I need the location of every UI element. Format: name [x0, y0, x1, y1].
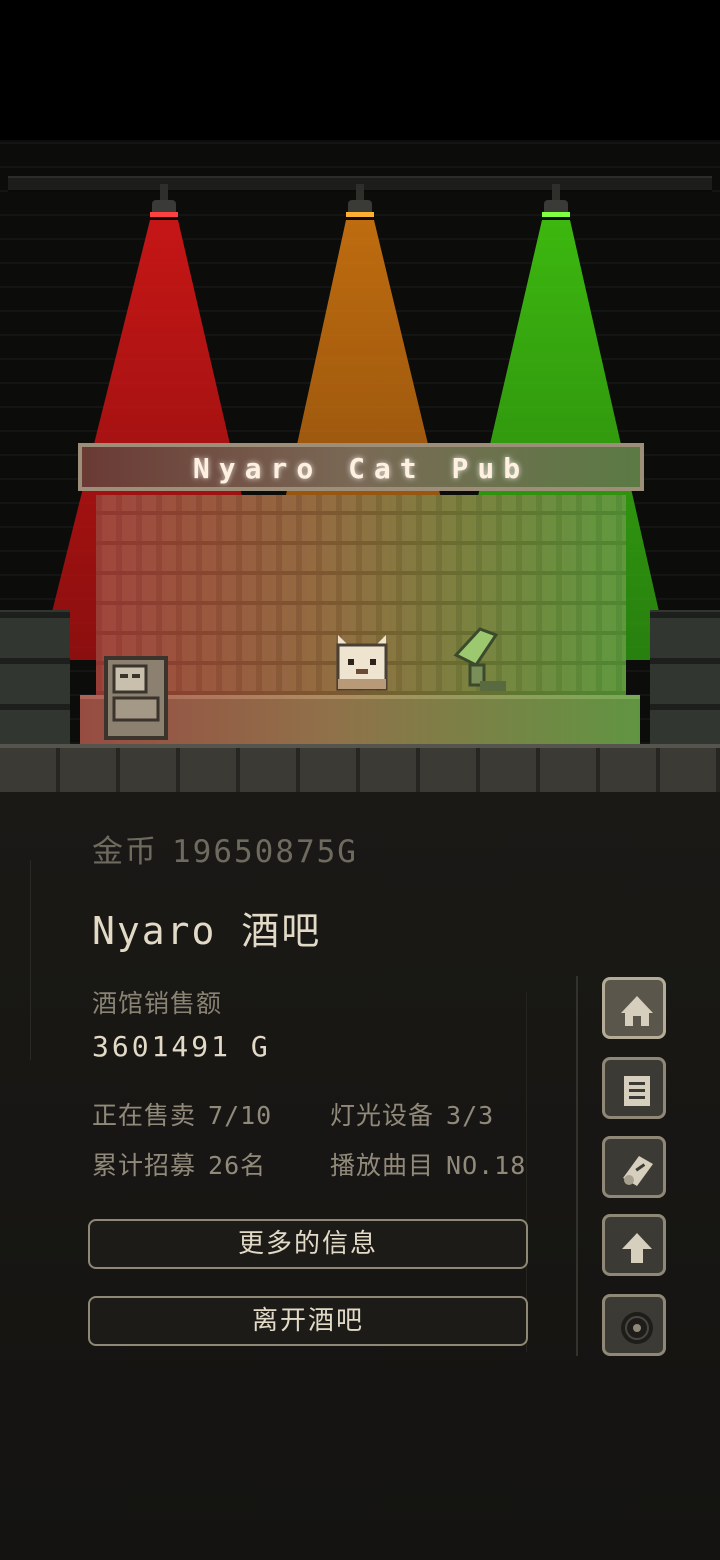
- crates-right: [650, 610, 720, 750]
- upgrade-button[interactable]: [602, 1214, 666, 1276]
- spotlight-green: [542, 176, 570, 217]
- gold-readout: 金币 19650875G: [92, 826, 358, 871]
- stat-lighting: 灯光设备 3/3: [330, 1096, 494, 1132]
- more-info-button[interactable]: 更多的信息: [88, 1219, 528, 1269]
- spotlight-orange: [346, 176, 374, 217]
- pub-scene: Nyaro Cat Pub: [0, 140, 720, 792]
- sales-value: 3601491 G: [92, 1030, 271, 1063]
- house-button[interactable]: [602, 977, 666, 1039]
- record-disc-icon: [621, 1312, 653, 1344]
- stat-recruited-label: 累计招募: [92, 1151, 197, 1180]
- arrow-up-icon: [622, 1233, 652, 1263]
- stat-selling-label: 正在售卖: [92, 1101, 197, 1130]
- stat-lighting-label: 灯光设备: [330, 1101, 435, 1130]
- music-button[interactable]: [602, 1294, 666, 1356]
- stat-track: 播放曲目 NO.18: [330, 1146, 526, 1182]
- robot-jukebox-icon[interactable]: [102, 654, 172, 742]
- pub-name: Nyaro 酒吧: [92, 909, 322, 953]
- stage-floor: [0, 744, 720, 792]
- scroll-icon: [623, 1156, 653, 1186]
- sales-label: 酒馆销售额: [92, 989, 223, 1018]
- stat-track-label: 播放曲目: [330, 1151, 435, 1180]
- stat-selling-value: 7/10: [208, 1101, 273, 1130]
- pub-sign: Nyaro Cat Pub: [78, 443, 644, 491]
- bartender-cat-icon[interactable]: [334, 633, 390, 691]
- crates-left: [0, 610, 70, 750]
- stat-selling: 正在售卖 7/10: [92, 1096, 272, 1132]
- stat-recruited: 累计招募 26名: [92, 1146, 266, 1182]
- stat-recruited-value: 26名: [208, 1151, 267, 1180]
- pub-sign-text: Nyaro Cat Pub: [192, 452, 530, 485]
- gold-label: 金币: [92, 834, 158, 870]
- stat-lighting-value: 3/3: [446, 1101, 495, 1130]
- stat-track-value: NO.18: [446, 1151, 527, 1180]
- house-icon: [621, 996, 653, 1026]
- spotlight-red: [150, 176, 178, 217]
- menu-list-icon: [624, 1076, 650, 1106]
- gramophone-icon[interactable]: [450, 625, 510, 695]
- leave-pub-button[interactable]: 离开酒吧: [88, 1296, 528, 1346]
- panel-divider: [576, 976, 578, 1356]
- menu-list-button[interactable]: [602, 1057, 666, 1119]
- panel-edge-line: [30, 860, 31, 1060]
- gold-value: 19650875G: [172, 834, 358, 870]
- scroll-button[interactable]: [602, 1136, 666, 1198]
